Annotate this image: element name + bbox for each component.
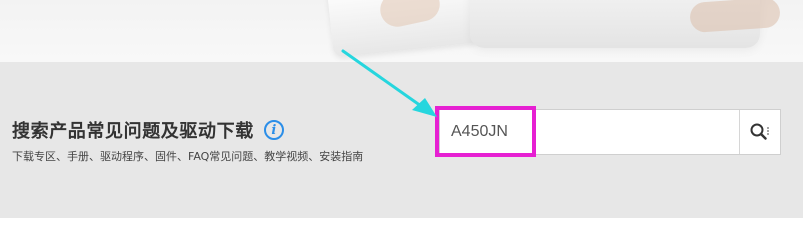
search-section-subtitle: 下载专区、手册、驱动程序、固件、FAQ常见问题、教学视频、安装指南 bbox=[12, 150, 364, 163]
page-edge-strip bbox=[803, 0, 811, 244]
search-input[interactable] bbox=[440, 110, 739, 154]
search-button[interactable] bbox=[739, 110, 780, 154]
hero-banner-image bbox=[0, 0, 811, 62]
search-box bbox=[439, 109, 781, 155]
search-section-title: 搜索产品常见问题及驱动下载 bbox=[12, 121, 254, 142]
search-title-row: 搜索产品常见问题及驱动下载 i bbox=[12, 117, 284, 143]
info-icon[interactable]: i bbox=[263, 120, 284, 140]
hand-image-right bbox=[689, 0, 781, 34]
search-icon bbox=[750, 123, 769, 140]
